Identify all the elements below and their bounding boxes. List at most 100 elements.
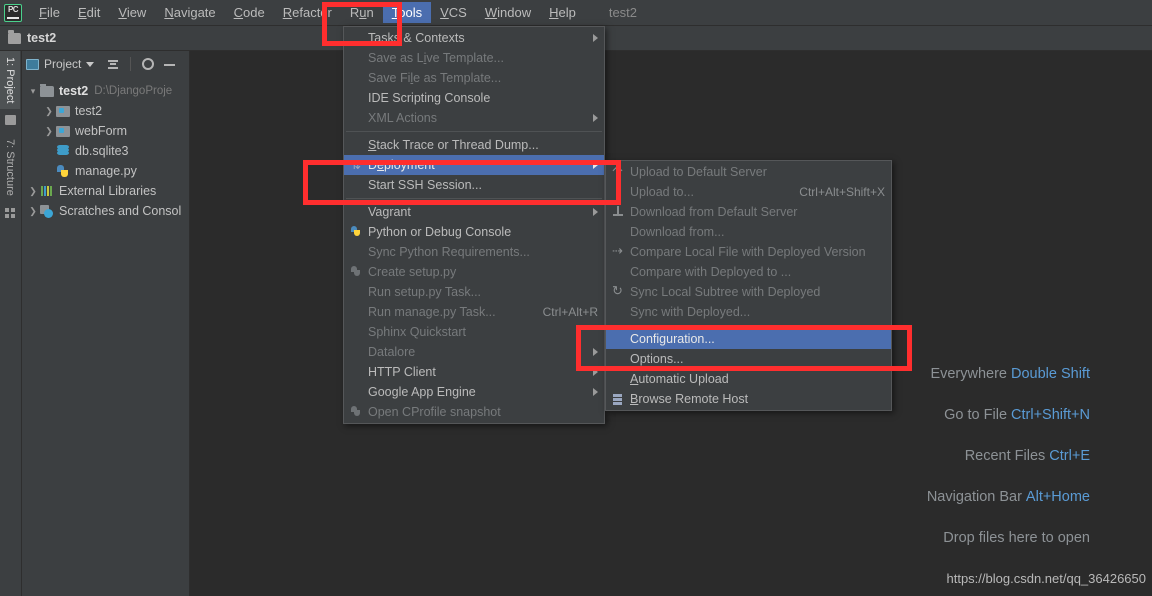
menubar-item-code[interactable]: Code (225, 2, 274, 23)
tool-strip-structure-label: 7: Structure (4, 139, 16, 197)
module-folder-icon (56, 105, 70, 117)
menu-item-tasks-contexts[interactable]: Tasks & Contexts (344, 28, 604, 48)
menubar-item-run[interactable]: Run (341, 2, 383, 23)
menu-item-label: Configuration... (630, 332, 715, 346)
tree-node-label: db.sqlite3 (75, 144, 129, 158)
menubar-item-vcs[interactable]: VCS (431, 2, 476, 23)
menu-item-sync-local-subtree-with-deployed: Sync Local Subtree with Deployed (606, 282, 891, 302)
submenu-arrow-icon (593, 368, 598, 376)
menu-item-label: Save File as Template... (368, 71, 502, 85)
menu-item-icon-placeholder (348, 138, 364, 152)
tree-node-manage-py[interactable]: manage.py (22, 161, 189, 181)
menubar-item-view[interactable]: View (109, 2, 155, 23)
menu-item-save-file-as-template: Save File as Template... (344, 68, 604, 88)
menubar-item-edit[interactable]: Edit (69, 2, 109, 23)
editor-hint-shortcut: Ctrl+E (1049, 448, 1090, 464)
chevron-down-icon[interactable]: ▾ (26, 86, 40, 97)
menu-item-icon-placeholder (348, 285, 364, 299)
tools-dropdown-menu[interactable]: Tasks & Contexts Save as Live Template...… (343, 26, 605, 424)
menu-item-automatic-upload[interactable]: Automatic Upload (606, 369, 891, 389)
menubar-item-refactor[interactable]: Refactor (274, 2, 341, 23)
chevron-right-icon[interactable]: ❯ (26, 206, 40, 217)
menu-item-options[interactable]: Options... (606, 349, 891, 369)
menu-item-label: Deployment (368, 158, 435, 172)
menu-item-icon-placeholder (610, 265, 626, 279)
tree-node-db-sqlite3[interactable]: db.sqlite3 (22, 141, 189, 161)
chevron-right-icon[interactable]: ❯ (42, 126, 56, 137)
menu-item-icon-placeholder (348, 365, 364, 379)
menu-item-http-client[interactable]: HTTP Client (344, 362, 604, 382)
menu-item-icon-placeholder (348, 205, 364, 219)
editor-hint-shortcut: Ctrl+Shift+N (1011, 407, 1090, 423)
python-icon (348, 225, 364, 239)
menu-item-icon-placeholder (610, 305, 626, 319)
menu-item-label: Save as Live Template... (368, 51, 504, 65)
tree-node-label: webForm (75, 124, 128, 138)
menu-item-label: Python or Debug Console (368, 225, 512, 239)
menu-item-label: Sphinx Quickstart (368, 325, 466, 339)
editor-hint-text: Drop files here to open (943, 530, 1090, 546)
menu-item-run-setup-py-task: Run setup.py Task... (344, 282, 604, 302)
submenu-arrow-icon (593, 34, 598, 42)
tool-strip-structure-tab[interactable]: 7: Structure (0, 133, 20, 202)
menu-item-configuration[interactable]: Configuration... (606, 329, 891, 349)
menu-item-stack-trace-or-thread-dump[interactable]: Stack Trace or Thread Dump... (344, 135, 604, 155)
database-icon (56, 145, 70, 157)
tree-node-label: External Libraries (59, 184, 157, 198)
menu-item-compare-local-file-with-deployed-version: Compare Local File with Deployed Version (606, 242, 891, 262)
hide-panel-icon[interactable] (161, 56, 177, 72)
menu-item-label: Stack Trace or Thread Dump... (368, 138, 539, 152)
menu-item-download-from-default-server: Download from Default Server (606, 202, 891, 222)
tree-node-test2[interactable]: ▾ test2 D:\DjangoProje (22, 81, 189, 101)
menu-item-xml-actions: XML Actions (344, 108, 604, 128)
editor-hint-row: Navigation Bar Alt+Home (760, 489, 1090, 505)
menu-item-label: Sync Python Requirements... (368, 245, 530, 259)
menu-item-icon-placeholder (348, 305, 364, 319)
menu-item-icon-placeholder (610, 332, 626, 346)
menu-item-ide-scripting-console[interactable]: IDE Scripting Console (344, 88, 604, 108)
menu-item-start-ssh-session[interactable]: Start SSH Session... (344, 175, 604, 195)
python-grey-icon (348, 265, 364, 279)
menu-item-shortcut: Ctrl+Alt+R (542, 305, 598, 319)
chevron-right-icon[interactable]: ❯ (42, 106, 56, 117)
menu-item-deployment[interactable]: ⇅ Deployment (344, 155, 604, 175)
menu-item-icon-placeholder (348, 31, 364, 45)
collapse-all-icon[interactable] (105, 56, 121, 72)
menu-item-label: Upload to Default Server (630, 165, 767, 179)
tree-node-external-libraries[interactable]: ❯ External Libraries (22, 181, 189, 201)
menubar-item-help[interactable]: Help (540, 2, 585, 23)
menu-item-run-manage-py-task: Run manage.py Task... Ctrl+Alt+R (344, 302, 604, 322)
gear-icon[interactable] (140, 56, 156, 72)
menu-item-icon-placeholder (610, 352, 626, 366)
tree-node-webform[interactable]: ❯ webForm (22, 121, 189, 141)
editor-hint-shortcut: Double Shift (1011, 366, 1090, 382)
menu-item-upload-to: Upload to... Ctrl+Alt+Shift+X (606, 182, 891, 202)
chevron-down-icon[interactable] (86, 61, 95, 67)
menubar-item-window[interactable]: Window (476, 2, 540, 23)
tool-strip-project-tab[interactable]: 1: Project (0, 51, 20, 110)
menubar-item-navigate[interactable]: Navigate (155, 2, 224, 23)
menubar-item-tools[interactable]: Tools (382, 2, 432, 23)
module-folder-icon (56, 125, 70, 137)
menubar-item-file[interactable]: File (30, 2, 69, 23)
tree-node-test2[interactable]: ❯ test2 (22, 101, 189, 121)
deployment-submenu[interactable]: Upload to Default Server Upload to... Ctrl… (605, 160, 892, 411)
submenu-arrow-icon (593, 348, 598, 356)
menu-item-download-from: Download from... (606, 222, 891, 242)
menu-item-python-or-debug-console[interactable]: Python or Debug Console (344, 222, 604, 242)
menu-item-label: Vagrant (368, 205, 411, 219)
tree-node-scratches-and-consol[interactable]: ❯ Scratches and Consol (22, 201, 189, 221)
menu-item-browse-remote-host[interactable]: Browse Remote Host (606, 389, 891, 409)
menu-bar: PC File Edit View Navigate Code Refactor Run To… (0, 0, 1152, 26)
editor-hint-row: Drop files here to open (760, 530, 1090, 546)
chevron-right-icon[interactable]: ❯ (26, 186, 40, 197)
editor-hint-text: Go to File (944, 407, 1008, 423)
menu-item-google-app-engine[interactable]: Google App Engine (344, 382, 604, 402)
menu-item-vagrant[interactable]: Vagrant (344, 202, 604, 222)
editor-hint-text: Navigation Bar (926, 489, 1022, 505)
menu-item-label: Run manage.py Task... (368, 305, 496, 319)
menu-separator (346, 131, 602, 132)
library-icon (40, 185, 54, 197)
menu-item-label: Compare with Deployed to ... (630, 265, 792, 279)
python-file-icon (56, 164, 70, 178)
